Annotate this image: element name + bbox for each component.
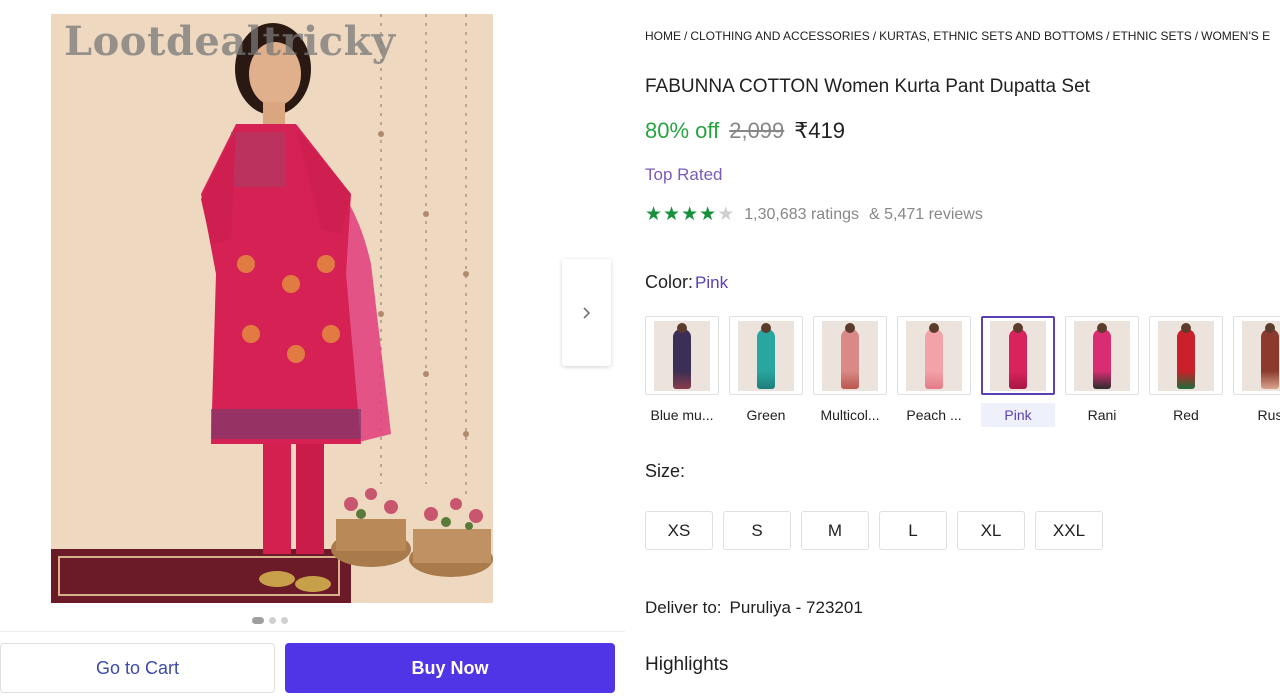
swatch-thumbnail <box>1233 316 1280 395</box>
star-icon: ★ <box>663 204 681 225</box>
star-icon: ★ <box>717 204 735 225</box>
breadcrumb-womens[interactable]: WOMEN'S E <box>1201 29 1270 43</box>
chevron-right-icon <box>582 306 590 319</box>
divider <box>0 631 625 632</box>
breadcrumb-ethnic-sets[interactable]: ETHNIC SETS <box>1112 29 1191 43</box>
swatch-thumbnail <box>729 316 803 395</box>
selected-color: Pink <box>695 273 729 292</box>
star-icon: ★ <box>681 204 699 225</box>
color-swatch[interactable]: Rani <box>1065 316 1139 427</box>
product-title: FABUNNA COTTON Women Kurta Pant Dupatta … <box>645 76 1090 97</box>
star-icon: ★ <box>699 204 717 225</box>
size-option[interactable]: XS <box>645 511 713 550</box>
swatch-thumbnail <box>897 316 971 395</box>
buy-now-button[interactable]: Buy Now <box>285 643 615 693</box>
price-row: 80% off 2,099 ₹419 <box>645 118 845 144</box>
next-image-button[interactable] <box>562 259 611 366</box>
swatch-label: Multicol... <box>820 407 880 423</box>
swatch-label: Red <box>1173 407 1199 423</box>
size-option[interactable]: L <box>879 511 947 550</box>
breadcrumb-kurtas[interactable]: KURTAS, ETHNIC SETS AND BOTTOMS <box>879 29 1103 43</box>
color-swatch[interactable]: Peach ... <box>897 316 971 427</box>
original-price: 2,099 <box>729 118 785 143</box>
product-photo <box>51 14 493 603</box>
delivery-location: Puruliya - 723201 <box>729 598 863 617</box>
highlights-heading: Highlights <box>645 654 729 675</box>
product-image[interactable]: Lootdealtricky <box>51 14 493 603</box>
size-option[interactable]: M <box>801 511 869 550</box>
rating-stars: ★ ★ ★ ★ ★ <box>645 205 734 224</box>
pagination-dot-active[interactable] <box>252 617 264 624</box>
color-swatch[interactable]: Green <box>729 316 803 427</box>
swatch-label: Pink <box>981 403 1055 427</box>
swatch-thumbnail <box>981 316 1055 395</box>
size-option[interactable]: XXL <box>1035 511 1103 550</box>
pagination-dot[interactable] <box>269 617 276 624</box>
swatch-thumbnail <box>645 316 719 395</box>
deliver-label: Deliver to: <box>645 598 722 617</box>
size-options: XS S M L XL XXL <box>645 511 1103 550</box>
color-swatch[interactable]: Blue mu... <box>645 316 719 427</box>
pagination-dot[interactable] <box>281 617 288 624</box>
breadcrumb-home[interactable]: HOME <box>645 29 681 43</box>
swatch-label: Peach ... <box>906 407 962 423</box>
color-label-text: Color: <box>645 272 694 292</box>
product-page: Lootdealtricky Go to Cart Buy Now HOME / C… <box>0 0 1280 700</box>
color-swatch[interactable]: Multicol... <box>813 316 887 427</box>
color-swatches: Blue mu... Green Multicol... Peach ... Pink R… <box>645 316 1280 427</box>
go-to-cart-button[interactable]: Go to Cart <box>0 643 275 693</box>
breadcrumb-clothing[interactable]: CLOTHING AND ACCESSORIES <box>690 29 869 43</box>
color-label: Color: Pink <box>645 272 728 293</box>
delivery-info[interactable]: Deliver to: Puruliya - 723201 <box>645 598 863 618</box>
swatch-thumbnail <box>813 316 887 395</box>
selling-price: ₹419 <box>794 118 845 143</box>
color-swatch[interactable]: Rus <box>1233 316 1280 427</box>
swatch-label: Rani <box>1087 407 1117 423</box>
color-swatch[interactable]: Pink <box>981 316 1055 427</box>
size-label: Size: <box>645 461 686 481</box>
swatch-label: Blue mu... <box>650 407 714 423</box>
image-pagination <box>252 617 288 624</box>
size-option[interactable]: XL <box>957 511 1025 550</box>
breadcrumb: HOME / CLOTHING AND ACCESSORIES / KURTAS, ET… <box>645 29 1271 43</box>
reviews-count: & 5,471 reviews <box>868 205 983 223</box>
product-details: HOME / CLOTHING AND ACCESSORIES / KURTAS, ET… <box>645 0 1280 700</box>
star-icon: ★ <box>645 204 663 225</box>
swatch-thumbnail <box>1065 316 1139 395</box>
product-gallery: Lootdealtricky Go to Cart Buy Now <box>0 0 625 700</box>
swatch-label: Rus <box>1257 407 1280 423</box>
watermark: Lootdealtricky <box>64 18 396 65</box>
ratings-count: 1,30,683 ratings <box>744 205 859 223</box>
rating-row[interactable]: ★ ★ ★ ★ ★ 1,30,683 ratings & 5,471 reviews <box>645 205 983 224</box>
color-swatch[interactable]: Red <box>1149 316 1223 427</box>
top-rated-badge: Top Rated <box>645 165 723 184</box>
size-option[interactable]: S <box>723 511 791 550</box>
swatch-thumbnail <box>1149 316 1223 395</box>
swatch-label: Green <box>746 407 786 423</box>
discount-percent: 80% off <box>645 118 720 143</box>
